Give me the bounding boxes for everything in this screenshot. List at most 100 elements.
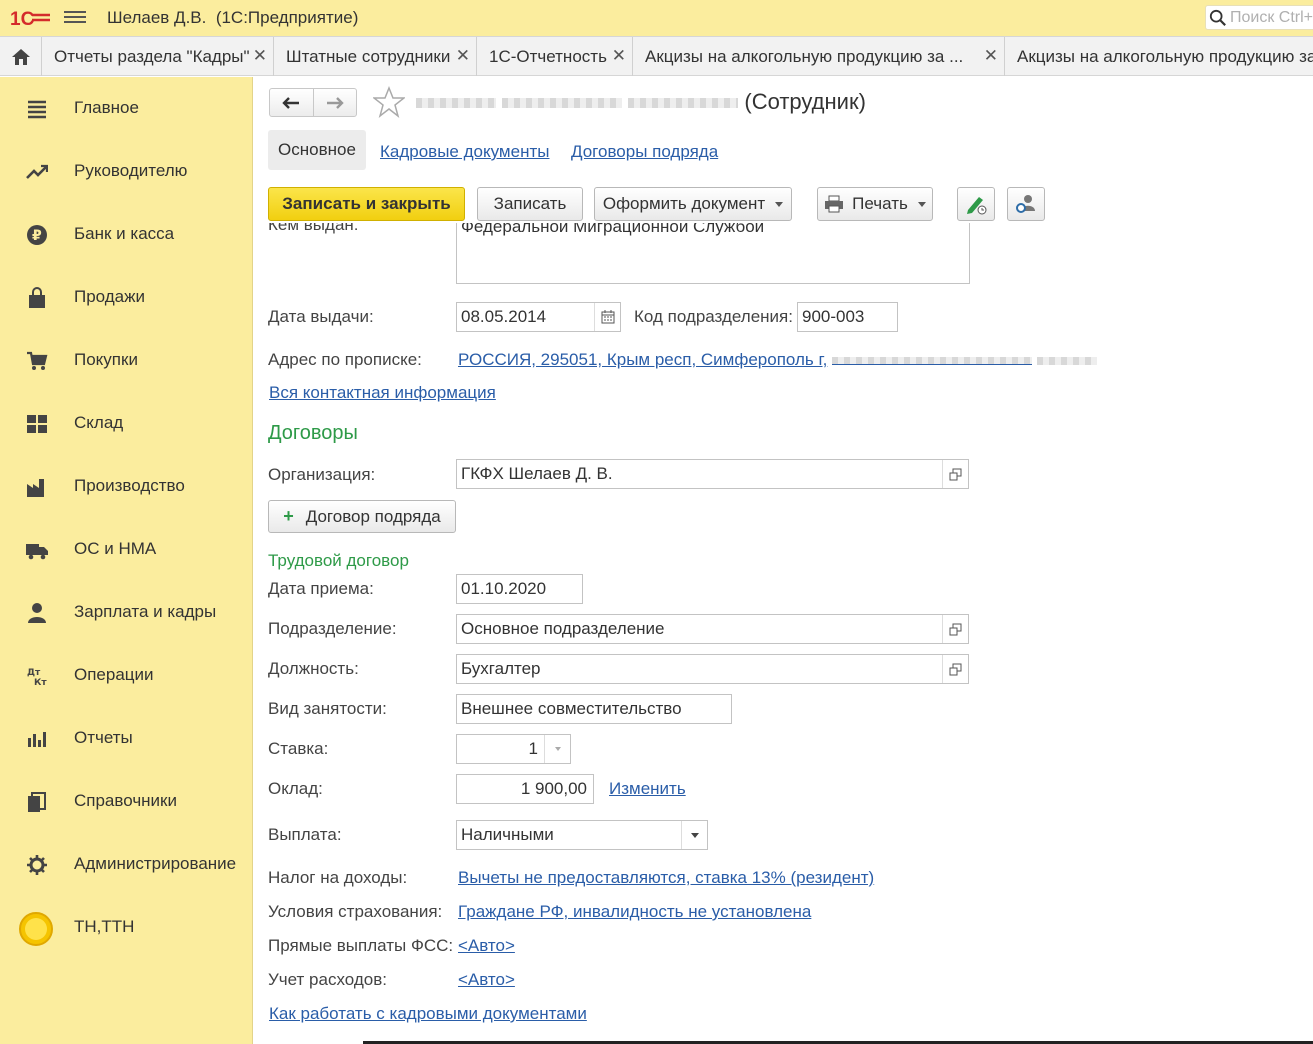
cart-icon (27, 351, 48, 370)
tab-reporting[interactable]: 1С-Отчетность ✕ (477, 37, 633, 76)
fss-payments-link[interactable]: <Авто> (458, 936, 515, 956)
add-gph-contract-button[interactable]: + Договор подряда (268, 500, 456, 533)
sidebar-item-operations[interactable]: Дт Кт Операции (0, 655, 253, 695)
address-label: Адрес по прописке: (268, 350, 422, 369)
chevron-down-icon (690, 832, 699, 838)
forward-button[interactable] (314, 89, 357, 116)
sidebar-item-label: Отчеты (74, 728, 133, 747)
sidebar-item-sales[interactable]: Продажи (0, 277, 253, 317)
edit-history-button[interactable] (957, 187, 995, 221)
position-value: Бухгалтер (461, 659, 541, 678)
user-access-button[interactable] (1007, 187, 1045, 221)
calendar-button[interactable] (594, 303, 620, 331)
product-name: (1С:Предприятие) (215, 8, 359, 27)
open-position-button[interactable] (942, 655, 968, 683)
close-icon[interactable]: ✕ (253, 46, 267, 66)
issue-date-field[interactable]: 08.05.2014 (456, 302, 621, 332)
tab-contracts[interactable]: Договоры подряда (571, 142, 718, 162)
sidebar-item-purchases[interactable]: Покупки (0, 340, 253, 380)
1c-logo[interactable]: 1С (10, 7, 52, 29)
sidebar-item-admin[interactable]: Администрирование (0, 844, 253, 884)
tab-label: Штатные сотрудники (286, 46, 451, 66)
hire-date-label: Дата приема: (268, 579, 374, 598)
circle-icon (19, 912, 53, 946)
tab-main[interactable]: Основное (268, 130, 366, 170)
employee-form: (Сотрудник) Основное Кадровые документы … (253, 77, 1313, 1044)
printer-icon (825, 195, 844, 213)
back-button[interactable] (270, 89, 314, 116)
save-button[interactable]: Записать (477, 187, 583, 221)
position-label: Должность: (268, 659, 359, 678)
salary-field[interactable]: 1 900,00 (456, 774, 594, 804)
income-tax-link[interactable]: Вычеты не предоставляются, ставка 13% (р… (458, 868, 874, 888)
sidebar-item-label: Руководителю (74, 161, 188, 180)
main-menu-button[interactable] (64, 8, 86, 28)
truck-icon (26, 544, 48, 560)
home-tab[interactable] (0, 37, 42, 76)
change-salary-link[interactable]: Изменить (609, 779, 686, 799)
sidebar-item-catalogs[interactable]: Справочники (0, 781, 253, 821)
save-and-close-button[interactable]: Записать и закрыть (268, 187, 465, 221)
open-tabs-bar: Отчеты раздела "Кадры" ✕ Штатные сотрудн… (0, 36, 1313, 76)
redacted-address (1036, 356, 1097, 365)
redacted-name (416, 98, 496, 109)
division-field[interactable]: Основное подразделение (456, 614, 969, 644)
close-icon[interactable]: ✕ (456, 46, 470, 66)
sidebar-item-tn-ttn[interactable]: ТН,ТТН (0, 907, 253, 947)
help-hr-documents-link[interactable]: Как работать с кадровыми документами (269, 1004, 587, 1024)
tab-label: 1С-Отчетность (489, 46, 607, 66)
tab-excise-2[interactable]: Акцизы на алкогольную продукцию за (1005, 37, 1313, 76)
open-icon (949, 623, 962, 635)
dept-code-field[interactable]: 900-003 (797, 302, 898, 332)
save-and-close-label: Записать и закрыть (282, 194, 451, 213)
expense-accounting-label: Учет расходов: (268, 970, 387, 989)
fss-payments-label: Прямые выплаты ФСС: (268, 936, 454, 955)
sidebar-item-manager[interactable]: Руководителю (0, 151, 253, 191)
tab-excise-1[interactable]: Акцизы на алкогольную продукцию за ... ✕ (633, 37, 1005, 76)
open-division-button[interactable] (942, 615, 968, 643)
svg-text:Дт: Дт (27, 668, 41, 678)
payment-select[interactable]: Наличными (456, 820, 708, 850)
issued-by-field[interactable]: Федеральной Миграционной Службой (456, 223, 970, 284)
insurance-link[interactable]: Граждане РФ, инвалидность не установлена (458, 902, 811, 922)
search-icon (1209, 9, 1226, 26)
svg-text:1С: 1С (10, 9, 35, 29)
expense-accounting-link[interactable]: <Авто> (458, 970, 515, 990)
sidebar-item-label: Главное (74, 98, 139, 117)
hire-date-field[interactable]: 01.10.2020 (456, 574, 583, 604)
employment-type-field[interactable]: Внешнее совместительство (456, 694, 732, 724)
all-contacts-link[interactable]: Вся контактная информация (269, 383, 496, 403)
tab-staff[interactable]: Штатные сотрудники ✕ (274, 37, 477, 76)
sidebar-item-assets[interactable]: ОС и НМА (0, 529, 253, 569)
tab-hr-reports[interactable]: Отчеты раздела "Кадры" ✕ (42, 37, 274, 76)
sidebar-item-main[interactable]: Главное (0, 88, 253, 128)
sidebar-item-warehouse[interactable]: Склад (0, 403, 253, 443)
address-link[interactable]: РОССИЯ, 295051, Крым респ, Симферополь г… (458, 350, 827, 369)
make-document-button[interactable]: Оформить документ (594, 187, 792, 221)
favorite-star-icon[interactable] (373, 86, 405, 118)
sidebar-item-label: Администрирование (74, 854, 237, 873)
close-icon[interactable]: ✕ (612, 46, 626, 66)
sidebar-item-reports[interactable]: Отчеты (0, 718, 253, 758)
sidebar-item-payroll[interactable]: Зарплата и кадры (0, 592, 253, 632)
search-input[interactable]: Поиск Ctrl+ (1205, 5, 1313, 30)
rate-field[interactable]: 1 (456, 734, 571, 764)
organization-field[interactable]: ГКФХ Шелаев Д. В. (456, 459, 969, 489)
rate-dropdown-button[interactable] (544, 735, 570, 763)
svg-text:₽: ₽ (32, 228, 42, 244)
ruble-icon: ₽ (27, 225, 47, 245)
open-organization-button[interactable] (942, 460, 968, 488)
form-title: (Сотрудник) (416, 89, 866, 115)
user-name: Шелаев Д.В. (107, 8, 207, 27)
search-placeholder: Поиск Ctrl+ (1229, 8, 1313, 26)
sidebar-item-bank[interactable]: ₽ Банк и касса (0, 214, 253, 254)
address-value[interactable]: РОССИЯ, 295051, Крым респ, Симферополь г… (458, 350, 1097, 370)
sidebar-item-production[interactable]: Производство (0, 466, 253, 506)
employment-type-value: Внешнее совместительство (461, 699, 682, 718)
payment-dropdown-button[interactable] (681, 821, 707, 849)
plus-icon: + (283, 506, 294, 526)
position-field[interactable]: Бухгалтер (456, 654, 969, 684)
close-icon[interactable]: ✕ (984, 46, 998, 66)
tab-hr-documents[interactable]: Кадровые документы (380, 142, 549, 162)
print-button[interactable]: Печать (817, 187, 933, 221)
